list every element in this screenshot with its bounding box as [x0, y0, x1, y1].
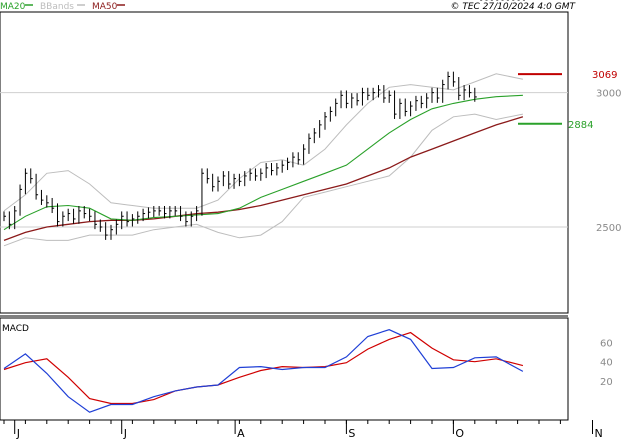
x-tick-label: S [348, 427, 355, 440]
macd-tick-label: 20 [600, 377, 613, 388]
x-tick-label: J [123, 427, 127, 440]
legend-label: MA20 [0, 2, 26, 12]
annotation-label: 2884 [568, 120, 593, 131]
copyright-text: © TEC 27/10/2024 4:0 GMT [450, 2, 576, 12]
x-tick-label: O [455, 427, 464, 440]
price-panel-frame [0, 11, 569, 314]
annotation-label: 3069 [592, 70, 617, 81]
chart-svg: MA20 BBands MA50 © TEC 27/10/2024 4:0 GMT 30… [0, 0, 621, 440]
price-tick-label: 2500 [596, 223, 621, 234]
macd-tick-label: 60 [600, 338, 613, 349]
x-tick-label: J [16, 427, 20, 440]
x-tick-label: A [237, 427, 245, 440]
macd-tick-label: 40 [600, 358, 613, 369]
price-tick-label: 3000 [596, 89, 621, 100]
legend-label: BBands [40, 2, 74, 12]
stock-chart: MA20 BBands MA50 © TEC 27/10/2024 4:0 GMT 30… [0, 0, 627, 440]
x-tick-label: N [595, 427, 603, 440]
macd-title: MACD [2, 324, 29, 334]
legend-label: MA50 [92, 2, 118, 12]
